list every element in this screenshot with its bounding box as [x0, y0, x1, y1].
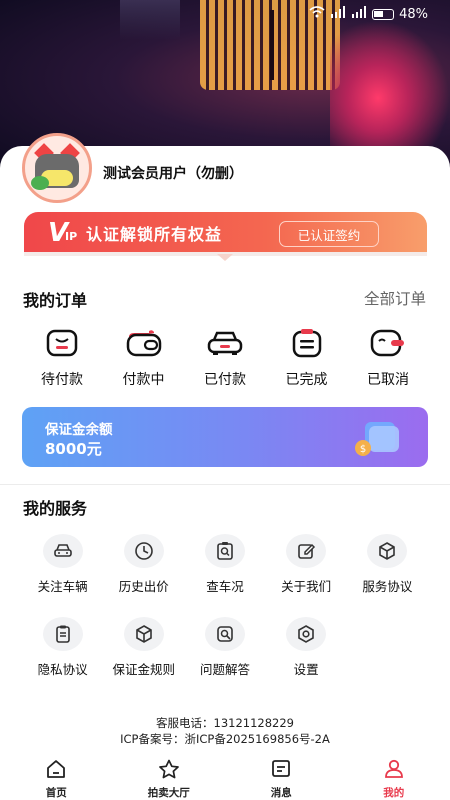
- service-settings[interactable]: 设置: [266, 617, 347, 678]
- service-privacy-policy[interactable]: 隐私协议: [22, 617, 103, 678]
- wifi-icon: [309, 6, 325, 22]
- order-completed[interactable]: 已完成: [267, 326, 347, 389]
- pending-payment-icon: [42, 326, 82, 360]
- tab-messages[interactable]: 消息: [225, 756, 338, 800]
- service-bid-history[interactable]: 历史出价: [103, 534, 184, 595]
- cancelled-icon: [368, 326, 408, 360]
- bottom-tab-bar: 首页 拍卖大厅 消息 我的: [0, 756, 450, 800]
- inspect-icon: [204, 534, 245, 568]
- message-icon: [270, 759, 292, 783]
- tab-home[interactable]: 首页: [0, 756, 113, 800]
- vip-banner[interactable]: V IP 认证解锁所有权益 已认证签约: [24, 212, 427, 254]
- vip-logo-icon: V IP: [48, 218, 78, 248]
- username: 测试会员用户（勿删）: [103, 166, 243, 182]
- edit-icon: [286, 534, 327, 568]
- car-paid-icon: [205, 326, 245, 360]
- service-followed-cars[interactable]: 关注车辆: [22, 534, 103, 595]
- clipboard-icon: [42, 617, 83, 651]
- home-icon: [45, 759, 67, 783]
- car-icon: [42, 534, 83, 568]
- avatar[interactable]: [22, 133, 92, 203]
- service-about-us[interactable]: 关于我们: [266, 534, 347, 595]
- section-divider: [0, 484, 450, 485]
- tab-mine[interactable]: 我的: [338, 756, 450, 800]
- tab-auction-hall[interactable]: 拍卖大厅: [113, 756, 226, 800]
- deposit-balance-card[interactable]: 保证金余额 8000元 $: [22, 407, 428, 467]
- box-icon: [367, 534, 408, 568]
- vip-text: 认证解锁所有权益: [86, 225, 223, 244]
- services-title: 我的服务: [23, 499, 88, 518]
- svg-text:$: $: [360, 444, 366, 455]
- settings-icon: [286, 617, 327, 651]
- cube-icon: [123, 617, 164, 651]
- customer-service-phone: 客服电话：13121128229: [156, 716, 294, 730]
- service-vehicle-inspection[interactable]: 查车况: [184, 534, 265, 595]
- status-bar: 48%: [0, 0, 450, 28]
- clock-icon: [123, 534, 164, 568]
- orders-title: 我的订单: [23, 291, 88, 310]
- wallet-icon: [124, 326, 164, 360]
- battery-icon: [372, 8, 395, 20]
- deposit-amount: 8000元: [45, 440, 102, 458]
- service-deposit-rules[interactable]: 保证金规则: [103, 617, 184, 678]
- order-paid[interactable]: 已付款: [185, 326, 265, 389]
- orders-row: 待付款 付款中 已付款 已完成 已取消: [22, 326, 428, 389]
- wallet-coin-icon: $: [353, 418, 403, 458]
- star-icon: [158, 759, 180, 783]
- service-faq[interactable]: 问题解答: [184, 617, 265, 678]
- completed-doc-icon: [287, 326, 327, 360]
- search-doc-icon: [204, 617, 245, 651]
- signal-icon: [330, 6, 346, 22]
- services-grid: 关注车辆 历史出价 查车况 关于我们 服务协议 隐私协议 保证金规则 问题解答 …: [22, 534, 428, 700]
- all-orders-link[interactable]: 全部订单: [364, 287, 426, 309]
- user-icon: [383, 759, 405, 783]
- service-agreement[interactable]: 服务协议: [347, 534, 428, 595]
- order-pending-payment[interactable]: 待付款: [22, 326, 102, 389]
- order-paying[interactable]: 付款中: [104, 326, 184, 389]
- battery-percent: 48%: [399, 6, 428, 22]
- verified-sign-button[interactable]: 已认证签约: [279, 221, 379, 247]
- order-cancelled[interactable]: 已取消: [348, 326, 428, 389]
- deposit-label: 保证金余额: [45, 422, 113, 438]
- icp-record: ICP备案号：浙ICP备2025169856号-2A: [120, 732, 330, 746]
- signal-icon-2: [351, 6, 367, 22]
